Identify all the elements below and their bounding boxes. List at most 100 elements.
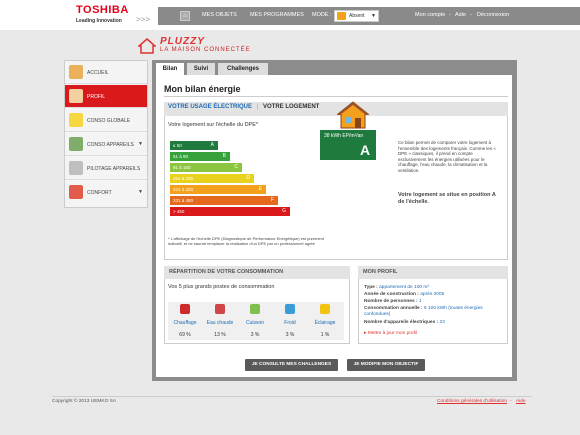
house-icon xyxy=(337,12,346,20)
dpe-footnote: * L'affichage de l'échelle DPE (Diagnost… xyxy=(168,236,324,246)
sidebar-item-label: PILOTAGE APPAREILS xyxy=(87,166,141,172)
nav-sep-2: - xyxy=(470,12,472,18)
dpe-bar-e: 231 à 330 E xyxy=(170,185,266,194)
conso-item: Éclairage 1 % xyxy=(308,304,342,338)
water-heater-icon xyxy=(215,304,225,314)
dpe-bar-range: ≤ 50 xyxy=(173,143,182,148)
mode-select[interactable]: Absent ▼ xyxy=(334,10,379,22)
dpe-title: Votre logement sur l'échelle du DPE* xyxy=(168,122,259,128)
conso-item: Froid 3 % xyxy=(273,304,307,338)
conso-subtitle: Vos 5 plus grands postes de consommation xyxy=(168,284,275,290)
home-icon[interactable]: ⌂ xyxy=(180,11,190,21)
nav-mes-programmes[interactable]: MES PROGRAMMES xyxy=(250,12,304,18)
nav-deconnexion[interactable]: Déconnexion xyxy=(477,12,509,18)
sidebar-item-confort[interactable]: CONFORT ▼ xyxy=(65,181,147,204)
pluzzy-logo-icon xyxy=(138,38,156,54)
footer-help-link[interactable]: Aide xyxy=(516,399,526,404)
dpe-bar-a: ≤ 50 A xyxy=(170,141,218,150)
profil-type: Type : appartement de 100 m² xyxy=(364,285,429,290)
sidebar: ACCUEIL PROFIL CONSO GLOBALE CONSO APPAR… xyxy=(64,60,148,208)
dpe-bar-range: 91 à 150 xyxy=(173,165,191,170)
chevron-down-icon: ▼ xyxy=(371,13,376,19)
title-divider xyxy=(164,96,508,97)
tab-suivi[interactable]: Suivi xyxy=(187,63,215,75)
dpe-current-badge: 38 kWh EP/m²/an A xyxy=(320,130,376,160)
footer-sep: - xyxy=(510,399,512,404)
update-profile-link[interactable]: ▸ Mettre à jour mon profil xyxy=(364,331,417,336)
dpe-bar-c: 91 à 150 C xyxy=(170,163,242,172)
conso-item-percent: 13 % xyxy=(214,332,226,338)
conso-item: Chauffage 69 % xyxy=(168,304,202,338)
sidebar-item-profil[interactable]: PROFIL xyxy=(65,85,147,108)
nav-sep-1: - xyxy=(449,12,451,18)
conso-title: RÉPARTITION DE VOTRE CONSOMMATION xyxy=(164,266,350,279)
app-subtitle: LA MAISON CONNECTÉE xyxy=(160,47,251,53)
nav-mon-compte[interactable]: Mon compte xyxy=(415,12,445,18)
mode-label: MODE : xyxy=(312,12,332,18)
conso-item: Cuisson 3 % xyxy=(238,304,272,338)
cooking-icon xyxy=(250,304,260,314)
house-icon xyxy=(336,101,370,129)
copyright: Copyright © 2013 UEMKO SA xyxy=(52,399,117,404)
tab-bilan[interactable]: Bilan xyxy=(156,63,184,75)
mode-value: Absent xyxy=(349,13,365,19)
dpe-bar-letter: A xyxy=(210,142,214,148)
thermometer-icon xyxy=(69,185,83,199)
conso-item-percent: 3 % xyxy=(250,332,260,338)
dpe-bar-range: 331 à 450 xyxy=(173,198,194,203)
sidebar-item-label: ACCUEIL xyxy=(87,70,109,76)
sidebar-item-label: CONSO APPAREILS xyxy=(87,142,134,148)
sidebar-item-label: CONSO GLOBALE xyxy=(87,118,131,124)
profil-consumption: Consommation annuelle : 6 100 kWh (toute… xyxy=(364,306,483,317)
dpe-bar-letter: E xyxy=(258,186,262,192)
dpe-bar-letter: B xyxy=(222,153,226,159)
dpe-bar-range: 151 à 230 xyxy=(173,176,194,181)
conso-item-label: Froid xyxy=(284,320,296,326)
dpe-bar-f: 331 à 450 F xyxy=(170,196,278,205)
sidebar-item-conso-appareils[interactable]: CONSO APPAREILS ▼ xyxy=(65,133,147,156)
conso-item-percent: 3 % xyxy=(285,332,295,338)
chevron-right-icon: >>> xyxy=(136,15,151,24)
sidebar-item-pilotage-appareils[interactable]: PILOTAGE APPAREILS xyxy=(65,157,147,180)
tab-logement[interactable]: VOTRE LOGEMENT xyxy=(263,104,319,110)
consult-challenges-button[interactable]: JE CONSULTE MES CHALLENGES xyxy=(245,359,338,371)
home-icon xyxy=(69,65,83,79)
nav-aide[interactable]: Aide xyxy=(455,12,466,18)
dpe-description: Ce bilan permet de comparer votre logeme… xyxy=(398,140,496,173)
dpe-result: Votre logement se situe en position A de… xyxy=(398,192,496,205)
tab-usage-electrique[interactable]: VOTRE USAGE ÉLECTRIQUE xyxy=(168,104,252,110)
sidebar-item-label: PROFIL xyxy=(87,94,106,100)
dpe-bar-letter: F xyxy=(270,197,274,203)
appliances-icon xyxy=(69,137,83,151)
tab-separator: | xyxy=(257,104,259,110)
dpe-bar-letter: C xyxy=(234,164,238,170)
nav-mes-objets[interactable]: MES OBJETS xyxy=(202,12,237,18)
profil-year: Année de construction : après 2005 xyxy=(364,292,445,297)
toshiba-logo[interactable]: TOSHIBA xyxy=(76,4,129,16)
tab-challenges[interactable]: Challenges xyxy=(218,63,268,75)
sidebar-item-conso-globale[interactable]: CONSO GLOBALE xyxy=(65,109,147,132)
profil-devices: Nombre d'appareils électriques : 23 xyxy=(364,320,445,325)
profil-persons: Nombre de personnes : 1 xyxy=(364,299,422,304)
terms-link[interactable]: Conditions générales d'utilisation xyxy=(437,399,507,404)
dpe-bar-g: > 450 G xyxy=(170,207,290,216)
page-title: Mon bilan énergie xyxy=(164,84,241,94)
sidebar-item-label: CONFORT xyxy=(87,190,112,196)
profile-icon xyxy=(69,89,83,103)
bulb-icon xyxy=(69,113,83,127)
conso-item-label: Chauffage xyxy=(173,320,197,326)
conso-item: Eau chaude 13 % xyxy=(203,304,237,338)
snowflake-icon xyxy=(285,304,295,314)
chevron-down-icon: ▼ xyxy=(138,141,143,147)
sidebar-item-accueil[interactable]: ACCUEIL xyxy=(65,61,147,84)
conso-item-percent: 1 % xyxy=(320,332,330,338)
conso-item-percent: 69 % xyxy=(179,332,191,338)
footer-divider xyxy=(52,396,532,397)
dpe-bar-letter: G xyxy=(282,208,286,214)
conso-item-label: Éclairage xyxy=(314,320,336,326)
modify-objective-button[interactable]: JE MODIFIE MON OBJECTIF xyxy=(347,359,425,371)
conso-item-label: Cuisson xyxy=(245,320,265,326)
profil-title: MON PROFIL xyxy=(358,266,508,279)
dpe-bar-range: 231 à 330 xyxy=(173,187,194,192)
dpe-bar-range: > 450 xyxy=(173,209,185,214)
